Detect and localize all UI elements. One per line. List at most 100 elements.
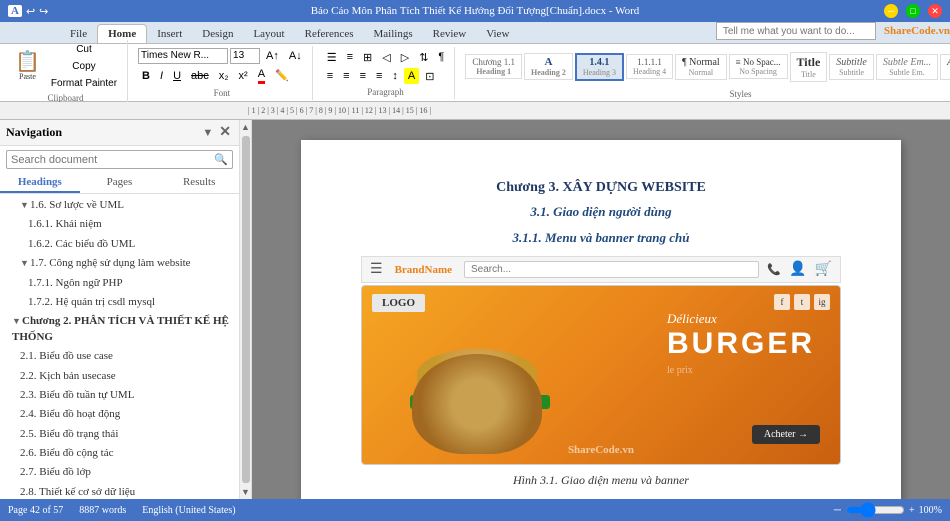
nav-menu-btn[interactable]: ▼ xyxy=(202,127,213,139)
format-painter-btn[interactable]: Format Painter xyxy=(47,76,121,91)
tab-insert[interactable]: Insert xyxy=(147,25,192,43)
increase-indent-btn[interactable]: ▷ xyxy=(397,49,413,66)
multilevel-btn[interactable]: ⊞ xyxy=(359,49,376,66)
tab-view[interactable]: View xyxy=(476,25,519,43)
numbering-btn[interactable]: ≡ xyxy=(343,49,357,65)
underline-btn[interactable]: U xyxy=(169,68,185,84)
zoom-in-btn[interactable]: + xyxy=(909,505,915,516)
paste-btn[interactable]: 📋 Paste xyxy=(10,49,45,84)
zoom-out-btn[interactable]: ─ xyxy=(834,505,841,516)
tell-me-input[interactable] xyxy=(716,22,876,40)
style-normal[interactable]: ¶ Normal Normal xyxy=(675,54,727,80)
nav-tab-results[interactable]: Results xyxy=(159,173,239,193)
justify-btn[interactable]: ≡ xyxy=(372,68,386,84)
grow-font-btn[interactable]: A↑ xyxy=(262,48,283,64)
decrease-indent-btn[interactable]: ◁ xyxy=(378,49,394,66)
sort-btn[interactable]: ⇅ xyxy=(415,49,432,66)
watermark-text: ShareCode.vn xyxy=(568,444,634,456)
undo-btn[interactable]: ↩ xyxy=(26,5,35,18)
tab-layout[interactable]: Layout xyxy=(243,25,294,43)
menu-search-input[interactable] xyxy=(464,261,759,278)
list-item[interactable]: 2.2. Kịch bản usecase xyxy=(0,367,239,386)
navigation-close-btn[interactable]: ✕ xyxy=(217,124,233,141)
tab-mailings[interactable]: Mailings xyxy=(363,25,422,43)
status-bar: Page 42 of 57 8887 words English (United… xyxy=(0,499,950,521)
phone-icon: 📞 xyxy=(767,263,781,276)
document-title: Báo Cáo Môn Phân Tích Thiết Kế Hướng Đối… xyxy=(311,5,640,17)
strikethrough-btn[interactable]: abc xyxy=(187,68,213,84)
banner-text-area: Délicieux BURGER le prix xyxy=(667,311,815,376)
nav-scrollbar[interactable]: ▲ ▼ xyxy=(240,120,252,499)
tab-references[interactable]: References xyxy=(295,25,364,43)
align-right-btn[interactable]: ≡ xyxy=(356,68,370,84)
list-item[interactable]: ▼1.6. Sơ lược về UML xyxy=(0,196,239,215)
maximize-btn[interactable]: □ xyxy=(906,4,920,18)
paste-icon: 📋 xyxy=(15,52,40,72)
close-btn[interactable]: ✕ xyxy=(928,4,942,18)
list-item[interactable]: 2.4. Biểu đồ hoạt động xyxy=(0,405,239,424)
redo-btn[interactable]: ↪ xyxy=(39,5,48,18)
subscript-btn[interactable]: x₂ xyxy=(215,68,233,84)
list-item[interactable]: 1.7.2. Hệ quản trị csdl mysql xyxy=(0,293,239,312)
list-item[interactable]: 2.5. Biểu đồ trạng thái xyxy=(0,425,239,444)
style-emphasis[interactable]: AaBbCcD Emphasis xyxy=(940,54,950,80)
ruler-mark: | 1 | 2 | 3 | 4 | 5 | 6 | 7 | 8 | 9 | 10… xyxy=(248,106,433,115)
style-heading2[interactable]: A Heading 2 xyxy=(524,53,573,80)
border-btn[interactable]: ⊡ xyxy=(421,68,438,85)
font-color-btn[interactable]: A xyxy=(254,66,269,86)
navigation-tree: ▼1.6. Sơ lược về UML 1.6.1. Khái niệm 1.… xyxy=(0,194,239,499)
list-item[interactable]: 1.6.1. Khái niệm xyxy=(0,215,239,234)
font-name-input[interactable] xyxy=(138,48,228,64)
list-item[interactable]: 2.7. Biểu đồ lớp xyxy=(0,463,239,482)
paragraph-section: ☰ ≡ ⊞ ◁ ▷ ⇅ ¶ ≡ ≡ ≡ ≡ ↕ A ⊡ Paragraph xyxy=(317,47,456,99)
copy-btn[interactable]: Copy xyxy=(47,59,121,74)
navigation-panel: Navigation ▼ ✕ 🔍 Headings Pages Results … xyxy=(0,120,240,499)
style-no-spacing[interactable]: ≡ No Spac... No Spacing xyxy=(729,54,788,79)
list-item[interactable]: 2.8. Thiết kế cơ sở dữ liệu xyxy=(0,483,239,499)
banner-price-text: le prix xyxy=(667,365,815,376)
list-item[interactable]: 2.1. Biểu đồ use case xyxy=(0,347,239,366)
navigation-search[interactable]: 🔍 xyxy=(6,150,233,169)
align-center-btn[interactable]: ≡ xyxy=(339,68,353,84)
italic-btn[interactable]: I xyxy=(156,68,167,84)
font-size-input[interactable] xyxy=(230,48,260,64)
language: English (United States) xyxy=(142,505,235,516)
highlight-btn[interactable]: ✏️ xyxy=(271,67,293,84)
tab-review[interactable]: Review xyxy=(423,25,477,43)
nav-search-input[interactable] xyxy=(7,152,210,168)
list-item[interactable]: 2.6. Biểu đồ cộng tác xyxy=(0,444,239,463)
style-subtle-em[interactable]: Subtle Em... Subtle Em. xyxy=(876,54,938,80)
figure-caption: Hình 3.1. Giao diện menu và banner xyxy=(361,473,841,488)
list-item[interactable]: 1.6.2. Các biểu đồ UML xyxy=(0,235,239,254)
show-para-btn[interactable]: ¶ xyxy=(434,49,448,65)
document-area: Chương 3. XÂY DỰNG WEBSITE 3.1. Giao diệ… xyxy=(252,120,950,499)
style-heading1[interactable]: Chương 1.1 Heading 1 xyxy=(465,54,522,79)
zoom-control[interactable]: ─ + 100% xyxy=(834,505,942,516)
list-item[interactable]: ▼Chương 2. PHÂN TÍCH VÀ THIẾT KẾ HỆ THỐN… xyxy=(0,312,239,347)
list-item[interactable]: 2.3. Biểu đồ tuần tự UML xyxy=(0,386,239,405)
facebook-icon: f xyxy=(774,294,790,310)
line-spacing-btn[interactable]: ↕ xyxy=(388,68,402,84)
style-heading4[interactable]: 1.1.1.1 Heading 4 xyxy=(626,54,673,79)
style-subtitle[interactable]: Subtitle Subtitle xyxy=(829,54,874,80)
bullets-btn[interactable]: ☰ xyxy=(323,49,341,66)
page-info: Page 42 of 57 xyxy=(8,505,63,516)
shading-btn[interactable]: A xyxy=(404,68,419,84)
shrink-font-btn[interactable]: A↓ xyxy=(285,48,306,64)
style-title[interactable]: Title Title xyxy=(790,52,828,82)
cut-btn[interactable]: Cut xyxy=(47,42,121,57)
zoom-slider[interactable] xyxy=(845,505,905,515)
list-item[interactable]: ▼1.7. Công nghệ sử dụng làm website xyxy=(0,254,239,273)
align-left-btn[interactable]: ≡ xyxy=(323,68,337,84)
bold-btn[interactable]: B xyxy=(138,68,154,84)
list-item[interactable]: 1.7.1. Ngôn ngữ PHP xyxy=(0,274,239,293)
minimize-btn[interactable]: ─ xyxy=(884,4,898,18)
superscript-btn[interactable]: x² xyxy=(235,68,252,84)
nav-tab-pages[interactable]: Pages xyxy=(80,173,160,193)
nav-tab-headings[interactable]: Headings xyxy=(0,173,80,193)
title-bar: A ↩ ↪ Báo Cáo Môn Phân Tích Thiết Kế Hướ… xyxy=(0,0,950,22)
banner-action-btn[interactable]: Acheter → xyxy=(752,425,820,444)
tab-design[interactable]: Design xyxy=(192,25,243,43)
style-heading3[interactable]: 1.4.1 Heading 3 xyxy=(575,53,624,81)
paste-label: Paste xyxy=(19,72,36,81)
